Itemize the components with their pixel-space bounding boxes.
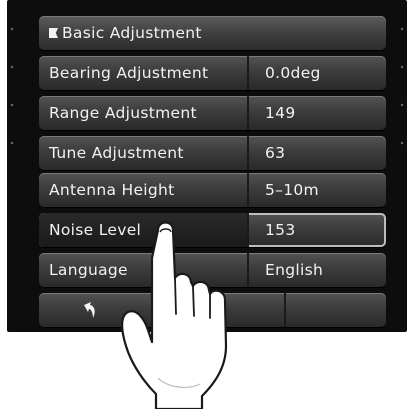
menu-item-label: Language <box>39 253 249 287</box>
return-arrow-icon <box>84 302 95 318</box>
menu-item-value: English <box>265 261 324 279</box>
menu-item-value: 63 <box>265 144 286 162</box>
menu-item-label: Tune Adjustment <box>39 136 249 170</box>
menu-item-value: 0.0deg <box>265 64 321 82</box>
back-button[interactable] <box>39 293 184 327</box>
menu-item-label: Antenna Height <box>39 173 249 207</box>
menu-item-noise-level[interactable]: Noise Level 153 <box>39 213 386 247</box>
menu-item-label: Bearing Adjustment <box>39 56 249 90</box>
menu-item-label: Noise Level <box>39 213 249 247</box>
flag-icon <box>49 28 58 38</box>
menu-item-value: 5–10m <box>265 181 319 199</box>
menu-item-value: 153 <box>265 221 296 239</box>
menu-header-basic-adjustment[interactable]: Basic Adjustment <box>39 16 386 50</box>
screen-edge-dots-left <box>7 10 17 170</box>
menu-footer <box>39 293 386 327</box>
menu-screen: Basic Adjustment Bearing Adjustment 0.0d… <box>7 0 407 332</box>
menu-item-bearing-adjustment[interactable]: Bearing Adjustment 0.0deg <box>39 56 386 90</box>
menu-item-antenna-height[interactable]: Antenna Height 5–10m <box>39 173 386 207</box>
footer-empty-cell[interactable] <box>183 293 286 327</box>
menu-header-title: Basic Adjustment <box>62 24 202 42</box>
menu-item-language[interactable]: Language English <box>39 253 386 287</box>
menu-item-range-adjustment[interactable]: Range Adjustment 149 <box>39 96 386 130</box>
screen-edge-dots-right <box>397 10 407 170</box>
menu-item-value: 149 <box>265 104 296 122</box>
footer-empty-cell[interactable] <box>286 293 386 327</box>
menu-item-label: Range Adjustment <box>39 96 249 130</box>
menu-item-tune-adjustment[interactable]: Tune Adjustment 63 <box>39 136 386 170</box>
